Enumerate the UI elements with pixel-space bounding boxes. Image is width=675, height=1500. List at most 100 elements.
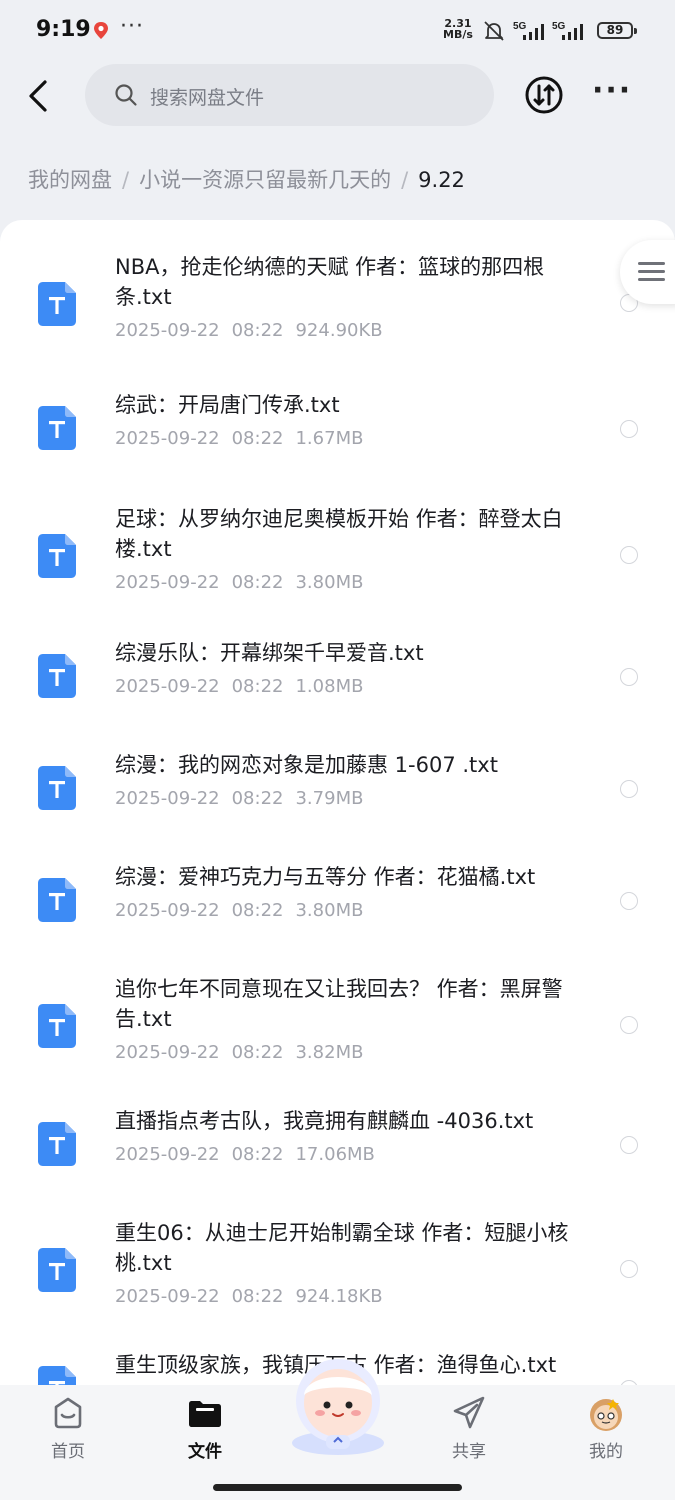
file-select-checkbox[interactable]	[620, 780, 638, 798]
breadcrumb-separator: /	[122, 168, 130, 192]
file-name: 综漫：我的网恋对象是加藤惠 1-607 .txt	[115, 753, 498, 777]
txt-file-icon	[38, 1004, 76, 1048]
file-time: 08:22	[231, 1286, 284, 1307]
file-meta: 2025-09-22 08:22 3.80MB	[115, 900, 363, 921]
nav-item-profile[interactable]: 我的	[561, 1393, 651, 1462]
file-size: 3.80MB	[295, 900, 364, 921]
home-icon	[54, 1397, 82, 1429]
file-time: 08:22	[231, 788, 284, 809]
file-date: 2025-09-22	[115, 428, 220, 449]
file-row[interactable]: 直播指点考古队，我竟拥有麒麟血 -4036.txt 2025-09-22 08:22…	[0, 1106, 675, 1216]
profile-avatar-icon	[590, 1399, 622, 1431]
file-select-checkbox[interactable]	[620, 1016, 638, 1034]
file-name: 综漫：爱神巧克力与五等分 作者：花猫橘.txt	[115, 865, 536, 889]
file-time: 08:22	[231, 1042, 284, 1063]
file-row[interactable]: NBA，抢走伦纳德的天赋 作者：篮球的那四根条.txt 2025-09-22 08:…	[0, 252, 675, 362]
file-select-checkbox[interactable]	[620, 1260, 638, 1278]
file-meta: 2025-09-22 08:22 17.06MB	[115, 1144, 375, 1165]
menu-line-icon	[638, 278, 665, 281]
breadcrumb-item-root[interactable]: 我的网盘	[28, 168, 112, 192]
file-size: 924.90KB	[295, 320, 383, 341]
file-row[interactable]: 追你七年不同意现在又让我回去？ 作者：黑屏警告.txt 2025-09-22 08:…	[0, 974, 675, 1084]
breadcrumb-separator: /	[401, 168, 409, 192]
bottom-nav: 首页 文件 共享 我的	[0, 1359, 675, 1500]
file-size: 3.80MB	[295, 572, 364, 593]
nav-label-share: 共享	[452, 1442, 486, 1462]
bell-muted-icon	[484, 21, 504, 41]
txt-file-icon	[38, 1366, 76, 1385]
location-pin-icon	[94, 22, 108, 39]
nav-item-files[interactable]: 文件	[160, 1393, 250, 1462]
txt-file-icon	[38, 878, 76, 922]
breadcrumb-current: 9.22	[418, 168, 465, 192]
search-icon	[115, 84, 137, 106]
file-size: 924.18KB	[295, 1286, 383, 1307]
file-name: NBA，抢走伦纳德的天赋 作者：篮球的那四根条.txt	[115, 255, 545, 309]
file-meta: 2025-09-22 08:22 924.90KB	[115, 320, 383, 341]
file-time: 08:22	[231, 320, 284, 341]
signal-5g-icon-2: 5G	[552, 21, 583, 40]
file-row[interactable]: 足球：从罗纳尔迪尼奥模板开始 作者：醉登太白楼.txt 2025-09-22 08:…	[0, 504, 675, 614]
file-size: 3.82MB	[295, 1042, 364, 1063]
breadcrumb: 我的网盘 / 小说一资源只留最新几天的 / 9.22	[28, 164, 465, 194]
back-arrow-icon[interactable]	[20, 76, 60, 116]
menu-line-icon	[638, 270, 665, 273]
file-date: 2025-09-22	[115, 572, 220, 593]
status-bar: 9:19 ··· 2.31 MB/s 5G 5G 89	[0, 0, 675, 62]
file-row[interactable]: 综漫乐队：开幕绑架千早爱音.txt 2025-09-22 08:22 1.08MB	[0, 638, 675, 748]
file-name: 直播指点考古队，我竟拥有麒麟血 -4036.txt	[115, 1109, 534, 1133]
file-meta: 2025-09-22 08:22 3.82MB	[115, 1042, 363, 1063]
file-select-checkbox[interactable]	[620, 892, 638, 910]
file-size: 1.67MB	[295, 428, 364, 449]
more-options-button[interactable]: ···	[592, 76, 632, 110]
file-select-checkbox[interactable]	[620, 668, 638, 686]
file-date: 2025-09-22	[115, 900, 220, 921]
file-date: 2025-09-22	[115, 1144, 220, 1165]
file-name: 追你七年不同意现在又让我回去？ 作者：黑屏警告.txt	[115, 977, 563, 1031]
file-row[interactable]: 综漫：爱神巧克力与五等分 作者：花猫橘.txt 2025-09-22 08:22 3.…	[0, 862, 675, 972]
breadcrumb-item-folder[interactable]: 小说一资源只留最新几天的	[139, 168, 391, 192]
file-name: 综武：开局唐门传承.txt	[115, 393, 340, 417]
file-time: 08:22	[231, 428, 284, 449]
file-size: 3.79MB	[295, 788, 364, 809]
battery-indicator: 89	[597, 22, 637, 39]
side-menu-handle[interactable]	[620, 240, 675, 304]
file-date: 2025-09-22	[115, 1286, 220, 1307]
file-name: 足球：从罗纳尔迪尼奥模板开始 作者：醉登太白楼.txt	[115, 507, 563, 561]
search-input[interactable]: 搜索网盘文件	[85, 64, 494, 126]
file-size: 17.06MB	[295, 1144, 375, 1165]
file-meta: 2025-09-22 08:22 1.67MB	[115, 428, 363, 449]
file-time: 08:22	[231, 1144, 284, 1165]
file-date: 2025-09-22	[115, 788, 220, 809]
file-row[interactable]: 综武：开局唐门传承.txt 2025-09-22 08:22 1.67MB	[0, 390, 675, 500]
transfer-list-icon[interactable]	[524, 75, 564, 115]
txt-file-icon	[38, 1248, 76, 1292]
file-time: 08:22	[231, 900, 284, 921]
signal-1-label: 5G	[513, 21, 527, 32]
file-time: 08:22	[231, 572, 284, 593]
menu-line-icon	[638, 262, 665, 265]
file-select-checkbox[interactable]	[620, 420, 638, 438]
file-meta: 2025-09-22 08:22 1.08MB	[115, 676, 363, 697]
file-size: 1.08MB	[295, 676, 364, 697]
file-date: 2025-09-22	[115, 1042, 220, 1063]
file-select-checkbox[interactable]	[620, 546, 638, 564]
network-speed-unit: MB/s	[443, 28, 473, 41]
share-icon	[453, 1396, 485, 1429]
file-row[interactable]: 综漫：我的网恋对象是加藤惠 1-607 .txt 2025-09-22 08:22 3…	[0, 750, 675, 860]
file-meta: 2025-09-22 08:22 3.80MB	[115, 572, 363, 593]
file-name: 综漫乐队：开幕绑架千早爱音.txt	[115, 641, 424, 665]
mascot-assistant-icon[interactable]	[282, 1351, 394, 1461]
nav-label-home: 首页	[51, 1442, 85, 1462]
search-placeholder: 搜索网盘文件	[150, 87, 265, 109]
status-time: 9:19	[36, 17, 91, 42]
nav-item-home[interactable]: 首页	[23, 1393, 113, 1462]
status-more-dots: ···	[120, 14, 144, 39]
nav-item-share[interactable]: 共享	[424, 1393, 514, 1462]
file-select-checkbox[interactable]	[620, 1136, 638, 1154]
txt-file-icon	[38, 1122, 76, 1166]
file-meta: 2025-09-22 08:22 924.18KB	[115, 1286, 383, 1307]
file-date: 2025-09-22	[115, 676, 220, 697]
txt-file-icon	[38, 654, 76, 698]
file-row[interactable]: 重生06：从迪士尼开始制霸全球 作者：短腿小核桃.txt 2025-09-22 08…	[0, 1218, 675, 1328]
